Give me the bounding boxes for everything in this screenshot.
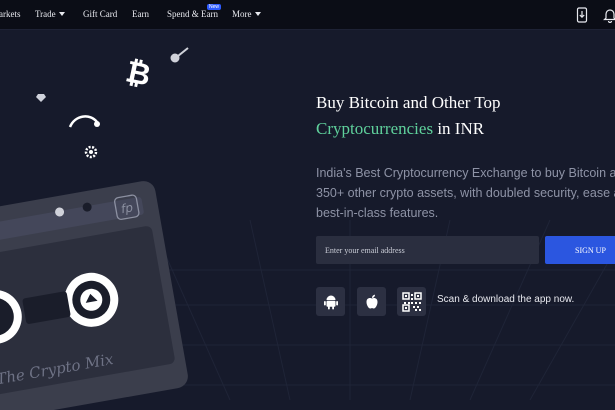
music-note-icon xyxy=(170,47,189,63)
nav-trade-label: Trade xyxy=(35,9,56,19)
hero-title-line1: Buy Bitcoin and Other Top xyxy=(316,93,501,112)
apple-icon xyxy=(366,294,377,309)
ios-app-button[interactable] xyxy=(357,287,386,316)
hero-subtitle-line1: India's Best Cryptocurrency Exchange to … xyxy=(316,166,615,180)
nav-more[interactable]: More xyxy=(232,9,261,19)
cassette-illustration: ₿ fp The Crypto Mix xyxy=(0,47,189,410)
hero-title: Buy Bitcoin and Other Top Cryptocurrenci… xyxy=(316,90,501,142)
hero-subtitle-line2: 350+ other crypto assets, with doubled s… xyxy=(316,186,615,200)
headphone-icon xyxy=(68,115,98,128)
android-icon xyxy=(323,295,338,309)
diamond-icon xyxy=(36,94,46,102)
mobile-download-icon[interactable] xyxy=(576,7,588,23)
new-badge: New xyxy=(207,4,222,10)
svg-text:₿: ₿ xyxy=(123,54,154,93)
nav-earn[interactable]: Earn xyxy=(132,9,149,19)
hero-subtitle: India's Best Cryptocurrency Exchange to … xyxy=(316,163,615,223)
scan-download-text: Scan & download the app now. xyxy=(437,294,575,305)
email-input[interactable] xyxy=(316,236,539,264)
hero-title-tail: in INR xyxy=(433,119,485,138)
hero-title-accent: Cryptocurrencies xyxy=(316,119,434,138)
qr-code-icon xyxy=(401,291,422,312)
bell-icon[interactable] xyxy=(603,7,615,23)
android-app-button[interactable] xyxy=(316,287,345,316)
bitcoin-icon: ₿ xyxy=(123,54,154,93)
nav-trade[interactable]: Trade xyxy=(35,9,65,19)
gear-icon xyxy=(84,145,98,159)
hero-title-line2: Cryptocurrencies in INR xyxy=(316,116,501,142)
chevron-down-icon xyxy=(254,12,261,16)
nav-gift-card[interactable]: Gift Card xyxy=(83,9,117,19)
nav-spend-earn[interactable]: Spend & Earn xyxy=(167,9,218,19)
top-navbar: arkets Trade Gift Card Earn Spend & Earn… xyxy=(0,0,615,30)
chevron-down-icon xyxy=(58,12,65,16)
sign-up-button[interactable]: SIGN UP xyxy=(545,236,615,264)
qr-code-button[interactable] xyxy=(397,287,426,316)
hero-subtitle-line3: best-in-class features. xyxy=(316,206,439,220)
nav-markets[interactable]: arkets xyxy=(0,9,21,19)
nav-more-label: More xyxy=(232,9,252,19)
